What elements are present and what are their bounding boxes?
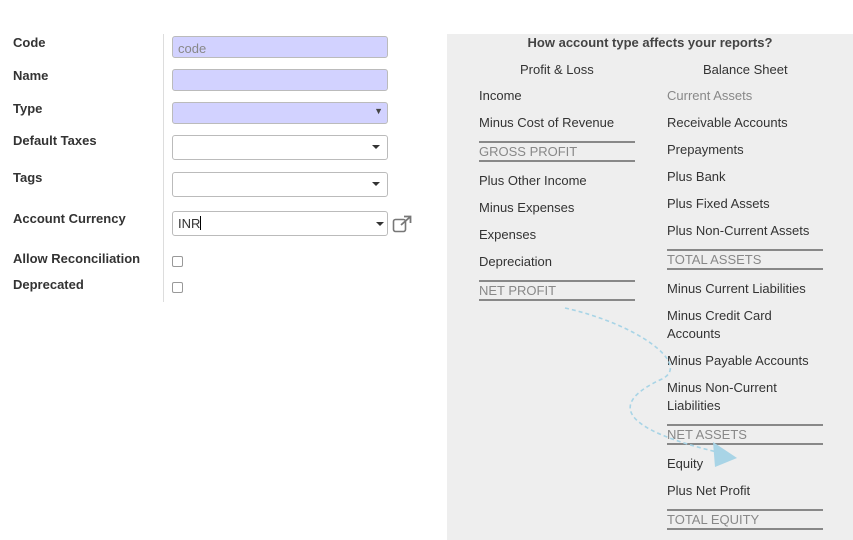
text-cursor: [200, 216, 202, 230]
form-divider: [163, 34, 164, 302]
net-profit-arrow-icon: [564, 307, 737, 467]
default-taxes-label: Default Taxes: [13, 133, 97, 148]
type-label: Type: [13, 101, 43, 116]
code-label: Code: [13, 35, 46, 50]
account-currency-value: INR: [178, 216, 201, 231]
chevron-down-icon: [376, 222, 384, 226]
account-currency-input[interactable]: INR: [172, 211, 388, 236]
deprecated-checkbox[interactable]: [172, 282, 183, 293]
default-taxes-select[interactable]: [172, 135, 388, 160]
allow-reconciliation-label: Allow Reconciliation: [13, 251, 141, 266]
tags-select[interactable]: [172, 172, 388, 197]
tags-label: Tags: [13, 170, 43, 185]
deprecated-label: Deprecated: [13, 277, 84, 292]
type-select[interactable]: ▼: [172, 102, 388, 124]
allow-reconciliation-checkbox[interactable]: [172, 256, 183, 267]
name-input[interactable]: [172, 69, 388, 91]
account-type-help-panel: How account type affects your reports? P…: [447, 34, 853, 540]
account-currency-label: Account Currency: [13, 211, 126, 226]
external-link-icon[interactable]: [392, 215, 412, 233]
name-label: Name: [13, 68, 49, 83]
code-placeholder: code: [178, 41, 207, 56]
chevron-down-icon: [372, 182, 380, 186]
code-input[interactable]: code: [172, 36, 388, 58]
chevron-down-icon: [372, 145, 380, 149]
chevron-down-icon: ▼: [374, 106, 383, 116]
